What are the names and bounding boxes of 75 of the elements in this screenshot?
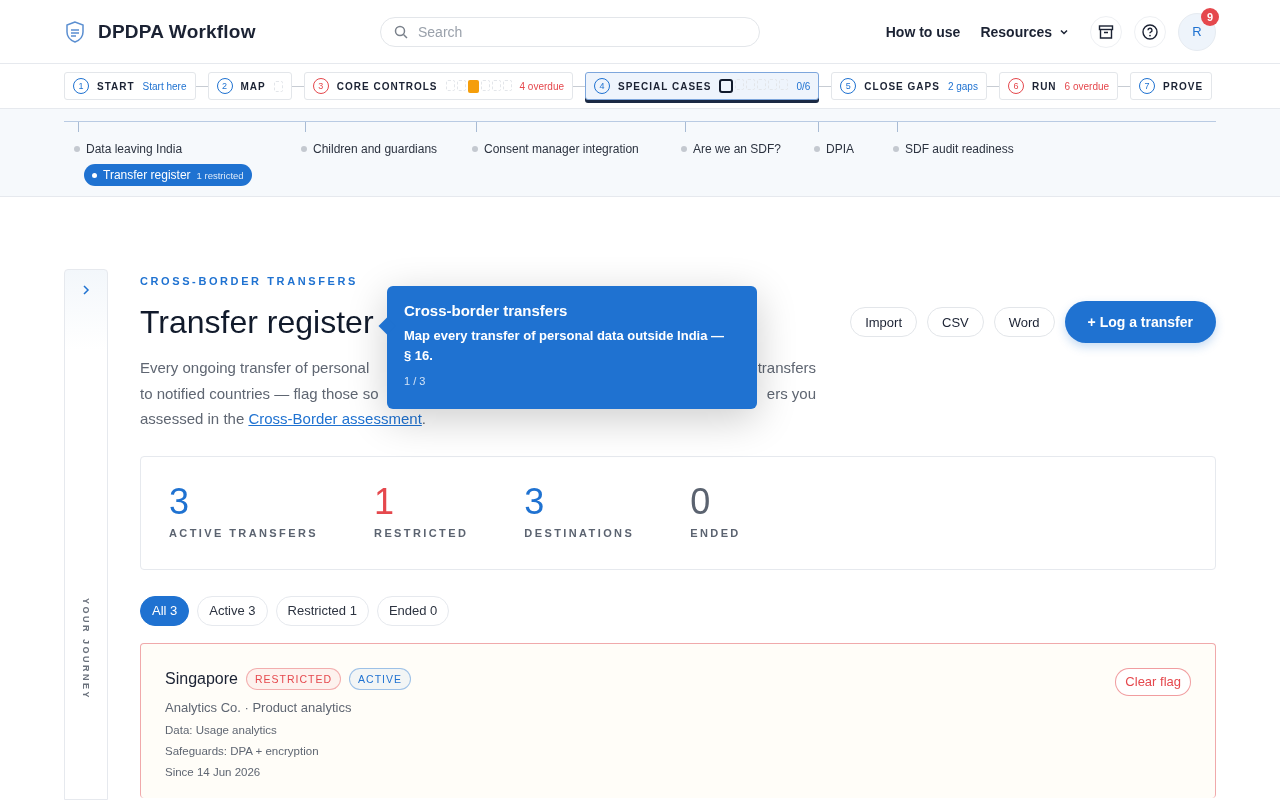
step-tab[interactable]: 1 START Start here <box>64 72 196 100</box>
clear-flag-button[interactable]: Clear flag <box>1115 667 1191 696</box>
step-tab[interactable]: 5 CLOSE GAPS 2 gaps <box>831 72 987 100</box>
section-eyebrow: CROSS-BORDER TRANSFERS <box>140 275 359 287</box>
detail-text: Since 14 Jun 2026 <box>165 765 262 778</box>
vendor-text: Analytics Co. · Product analytics <box>165 699 353 715</box>
app-title: DPDPA Workflow <box>98 20 256 43</box>
export-button[interactable]: CSV <box>927 307 984 337</box>
step-status: 2 gaps <box>947 80 978 92</box>
step-tab[interactable]: 6 RUN 6 overdue <box>998 72 1119 100</box>
stat-value: 1 <box>374 482 396 521</box>
assessment-link[interactable]: Cross-Border assessment <box>248 410 422 427</box>
substep-child[interactable]: Transfer register 1 restricted <box>84 164 252 186</box>
search-field[interactable]: Search <box>380 16 760 47</box>
help-icon <box>1142 23 1158 40</box>
step-tab[interactable]: 3 CORE CONTROLS 4 overdue <box>303 72 573 100</box>
stat-value: 3 <box>169 482 191 521</box>
substep-link[interactable]: Children and guardians <box>301 142 462 156</box>
substep-link[interactable]: Are we an SDF? <box>681 142 804 156</box>
help-button[interactable] <box>1134 15 1166 48</box>
avatar-initial: R <box>1192 24 1202 39</box>
stat-label: RESTRICTED <box>374 526 469 539</box>
tooltip-body: Map every transfer of personal data outside India — § 16. <box>404 327 726 365</box>
step-status: Start here <box>142 80 187 92</box>
country-name: Singapore <box>165 669 238 688</box>
description-text: assessed in the Cross-Border assessment. <box>140 410 426 427</box>
log-transfer-button[interactable]: + Log a transfer <box>1064 301 1216 343</box>
step-tab[interactable]: 7 PROVE <box>1130 72 1213 100</box>
stat-value: 3 <box>524 482 546 521</box>
stat-label: ENDED <box>690 526 741 539</box>
step-label: SPECIAL CASES <box>618 80 712 92</box>
step-label: CORE CONTROLS <box>336 80 438 92</box>
step-label: MAP <box>240 80 266 92</box>
detail-text: Safeguards: DPA + encryption <box>165 744 320 757</box>
export-button[interactable]: Import <box>850 307 917 337</box>
step-status: 4 overdue <box>519 80 564 92</box>
step-label: CLOSE GAPS <box>864 80 940 92</box>
filter-chip[interactable]: Ended 0 <box>376 595 450 626</box>
stat-label: ACTIVE TRANSFERS <box>169 526 319 539</box>
stat-label: DESTINATIONS <box>524 526 635 539</box>
step-label: PROVE <box>1163 80 1204 92</box>
description-text: to notified countries — flag those so <box>140 383 379 404</box>
filter-chip[interactable]: All 3 <box>140 595 190 626</box>
step-status: 6 overdue <box>1064 80 1110 92</box>
notification-badge: 9 <box>1201 7 1219 26</box>
stat-value: 0 <box>690 482 712 521</box>
shield-icon <box>64 19 86 44</box>
substep-link[interactable]: SDF audit readiness <box>893 142 1216 156</box>
status-tag: ACTIVE <box>349 667 411 690</box>
step-label: START <box>97 80 135 92</box>
nav-link[interactable]: How to use <box>885 23 961 40</box>
substep-link[interactable]: DPIA <box>814 142 883 156</box>
step-label: RUN <box>1031 80 1057 92</box>
chevron-right-icon <box>81 284 91 296</box>
child-count-label: 1 restricted <box>196 169 244 181</box>
filter-chip[interactable]: Active 3 <box>197 595 268 626</box>
description-text: ers you <box>766 383 816 404</box>
resources-menu[interactable]: Resources <box>980 23 1070 40</box>
description-text: transfers <box>757 358 816 378</box>
archive-icon <box>1098 23 1114 40</box>
tooltip-counter: 1 / 3 <box>404 375 427 387</box>
tooltip-title: Cross-border transfers <box>404 302 569 319</box>
filter-chip[interactable]: Restricted 1 <box>275 595 369 626</box>
rail-label: YOUR JOURNEY <box>81 598 91 700</box>
substep-link[interactable]: Consent manager integration <box>472 142 671 156</box>
description-text: Every ongoing transfer of personal <box>140 358 370 378</box>
page-title: Transfer register <box>140 303 374 341</box>
detail-text: Data: Usage analytics <box>165 723 278 736</box>
substep-link[interactable]: Data leaving India <box>74 142 291 156</box>
export-button[interactable]: Word <box>993 307 1055 337</box>
step-status: 0/6 <box>796 80 811 92</box>
archive-button[interactable] <box>1090 15 1122 48</box>
step-tab[interactable]: 4 SPECIAL CASES 0/6 <box>585 72 820 100</box>
step-tab[interactable]: 2 MAP <box>207 72 292 100</box>
status-tag: RESTRICTED <box>245 667 342 690</box>
